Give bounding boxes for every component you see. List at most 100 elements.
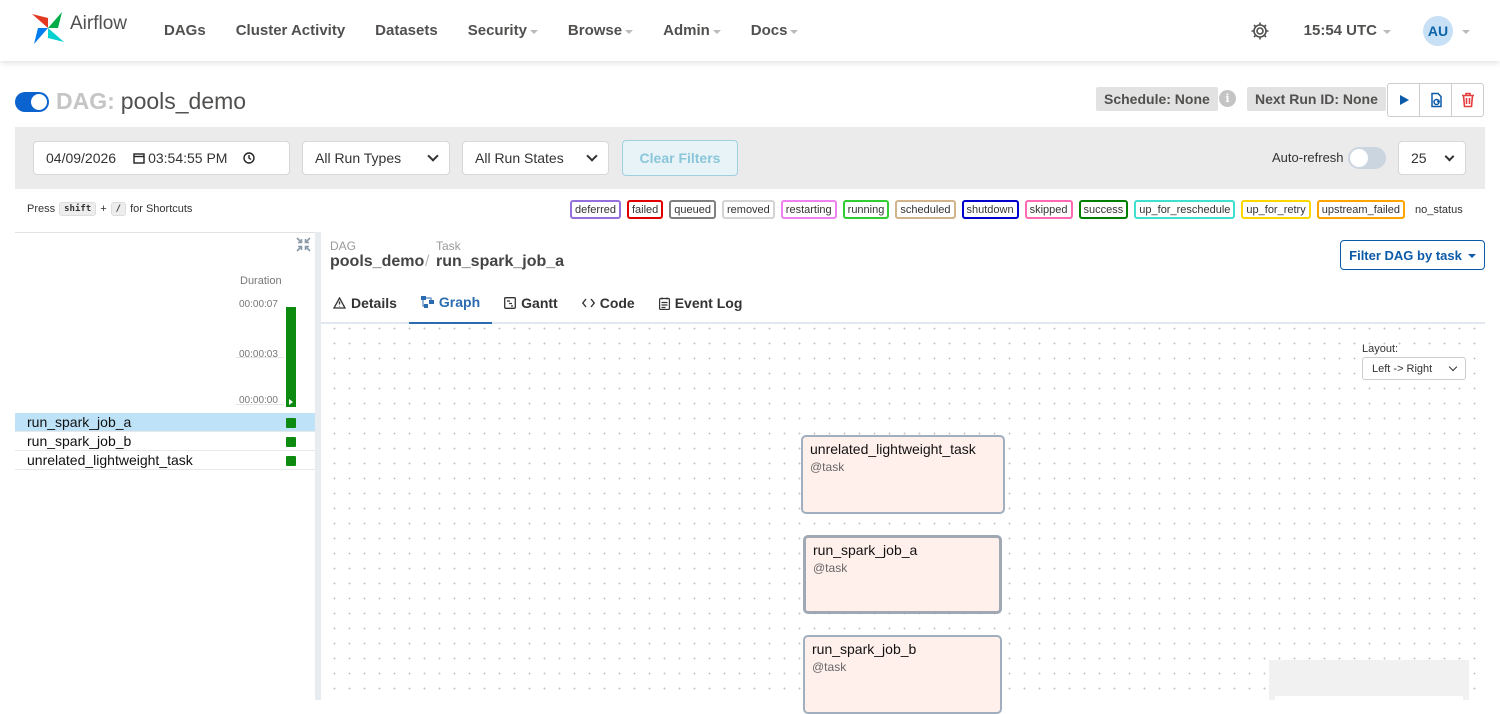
tab-event-log-label: Event Log [674,295,743,311]
crumb-task-label: Task [436,239,461,253]
gear-icon[interactable] [1250,21,1270,41]
node-type: @task [810,460,845,474]
nav-right: 15:54 UTC AU [1250,0,1470,61]
legend-scheduled[interactable]: scheduled [895,200,956,219]
chevron-down-icon [586,150,598,162]
shift-key: shift [59,202,97,216]
warning-icon [333,297,346,309]
layout-select[interactable]: Left -> Right [1362,357,1466,380]
calendar-icon [133,153,145,164]
run-types-value: All Run Types [315,150,402,166]
trigger-dag-button[interactable] [1387,83,1420,117]
tab-details-label: Details [351,295,397,311]
task-name: run_spark_job_a [27,414,132,430]
legend-no-status[interactable]: no_status [1415,204,1463,216]
node-type: @task [813,561,848,575]
page-size-value: 25 [1411,150,1427,166]
legend-upstream-failed[interactable]: upstream_failed [1316,200,1405,219]
node-title: run_spark_job_a [813,542,918,558]
parse-dag-button[interactable] [1419,83,1452,117]
nav-datasets[interactable]: Datasets [375,22,438,39]
info-icon[interactable]: i [1219,90,1236,107]
crumb-task[interactable]: run_spark_job_a [436,253,564,271]
legend-restarting[interactable]: restarting [780,200,837,219]
caret-down-icon [712,29,721,34]
dag-run-duration-bar[interactable] [286,307,296,407]
legend-failed[interactable]: failed [626,200,664,219]
crumb-dag-label: DAG [330,239,357,253]
caret-down-icon [625,29,634,34]
graph-icon [420,296,434,308]
slash-key: / [110,202,127,216]
shortcuts-plus: + [100,203,107,215]
tab-event-log[interactable]: Event Log [647,282,755,324]
task-name: unrelated_lightweight_task [27,452,193,468]
task-row-unrelated-lightweight-task[interactable]: unrelated_lightweight_task [15,451,315,470]
auto-refresh-label: Auto-refresh [1272,150,1344,165]
dag-header: DAG: pools_demo [15,88,246,115]
legend-queued[interactable]: queued [669,200,716,219]
nav-docs[interactable]: Docs [751,22,799,39]
timezone-clock[interactable]: 15:54 UTC [1304,22,1391,39]
nav-security-label: Security [467,22,527,39]
tab-gantt[interactable]: Gantt [492,282,570,324]
task-instance-status[interactable] [286,456,296,466]
tab-graph[interactable]: Graph [408,282,493,324]
graph-node-run-spark-job-b[interactable]: run_spark_job_b @task [803,635,1002,714]
graph-node-run-spark-job-a[interactable]: run_spark_job_a @task [803,535,1002,614]
graph-minimap[interactable] [1269,660,1469,700]
task-row-run-spark-job-a[interactable]: run_spark_job_a [15,413,315,432]
nav-admin[interactable]: Admin [663,22,721,39]
nav-cluster-activity[interactable]: Cluster Activity [236,22,345,39]
legend-removed[interactable]: removed [722,200,775,219]
play-small-icon [289,399,293,405]
legend-skipped[interactable]: skipped [1024,200,1073,219]
crumb-dag[interactable]: pools_demo [330,253,424,271]
clear-filters-button[interactable]: Clear Filters [622,140,738,176]
user-menu[interactable]: AU [1423,15,1470,46]
auto-refresh-toggle[interactable] [1348,147,1386,169]
tab-code[interactable]: Code [570,282,647,324]
collapse-icon[interactable] [296,237,311,257]
run-states-select[interactable]: All Run States [462,141,609,175]
nav-admin-label: Admin [663,22,710,39]
nav-browse-label: Browse [567,22,623,39]
task-row-run-spark-job-b[interactable]: run_spark_job_b [15,432,315,451]
tab-details[interactable]: Details [321,282,409,324]
crumb-separator: / [425,253,430,270]
delete-dag-button[interactable] [1451,83,1484,117]
dag-pause-toggle[interactable] [15,91,49,112]
tab-gantt-label: Gantt [521,295,558,311]
legend-shutdown[interactable]: shutdown [961,200,1019,219]
trash-icon [1461,92,1474,108]
task-instance-status[interactable] [286,418,296,428]
legend-running[interactable]: running [842,200,890,219]
nav-security[interactable]: Security [468,22,538,39]
avatar: AU [1423,15,1453,46]
airflow-logo[interactable]: Airflow [28,8,127,48]
nav-dags-label: DAGs [164,22,206,39]
filter-dag-by-task-button[interactable]: Filter DAG by task [1340,240,1485,270]
caret-down-icon [1383,29,1391,34]
graph-node-unrelated-lightweight-task[interactable]: unrelated_lightweight_task @task [801,435,1005,514]
clock-text: 15:54 UTC [1303,22,1377,39]
legend-deferred[interactable]: deferred [570,200,621,219]
task-instance-status[interactable] [286,437,296,447]
node-title: run_spark_job_b [812,641,917,657]
chevron-down-icon [427,150,439,162]
run-types-select[interactable]: All Run Types [302,141,450,175]
legend-up-for-retry[interactable]: up_for_retry [1241,200,1311,219]
duration-label: Duration [240,275,282,287]
legend-up-for-reschedule[interactable]: up_for_reschedule [1134,200,1236,219]
tab-graph-label: Graph [438,294,481,310]
execution-date-input[interactable]: 04/09/2026 03:54:55 PM [33,141,290,175]
nav-dags[interactable]: DAGs [164,22,206,39]
chevron-down-icon [1444,151,1455,161]
legend-success[interactable]: success [1078,200,1129,219]
layout-label: Layout: [1362,343,1399,355]
page-size-select[interactable]: 25 [1398,141,1466,175]
caret-down-icon [1462,29,1470,34]
next-run-badge: Next Run ID: None [1247,87,1386,111]
nav-browse[interactable]: Browse [567,22,634,39]
task-name: run_spark_job_b [27,433,132,449]
